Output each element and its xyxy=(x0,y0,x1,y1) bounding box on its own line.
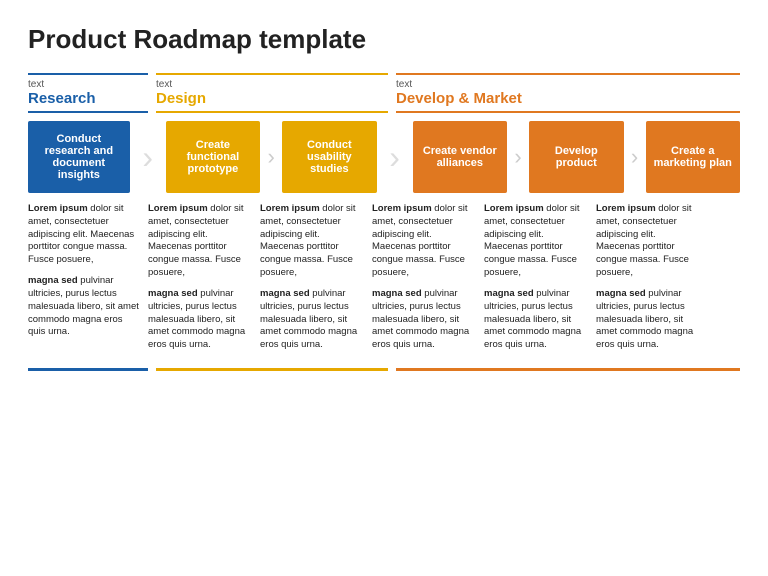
col6-para1-bold: Lorem ipsum xyxy=(596,203,656,214)
top-rule xyxy=(28,73,740,75)
col1-para1-bold: Lorem ipsum xyxy=(28,203,88,214)
cards-row: Conduct research and document insights ›… xyxy=(28,121,740,193)
col2-para1-body: dolor sit amet, consectetuer adipiscing … xyxy=(148,203,244,278)
research-label: Research xyxy=(28,90,148,113)
col4-para1-body: dolor sit amet, consectetuer adipiscing … xyxy=(372,203,468,278)
research-label-small: text xyxy=(28,79,148,90)
arrow-2: › xyxy=(262,144,280,170)
content-col-3: Lorem ipsum dolor sit amet, consectetuer… xyxy=(260,203,372,360)
phase-research: text Research xyxy=(28,79,148,119)
content-block-4-1: Lorem ipsum dolor sit amet, consectetuer… xyxy=(372,203,476,280)
col2-para2-bold: magna sed xyxy=(148,288,198,299)
content-block-6-2: magna sed pulvinar ultricies, purus lect… xyxy=(596,288,700,352)
content-col-1: Lorem ipsum dolor sit amet, consectetuer… xyxy=(28,203,148,360)
content-block-1-2: magna sed pulvinar ultricies, purus lect… xyxy=(28,275,140,339)
bar-design xyxy=(156,368,388,371)
content-block-1-1: Lorem ipsum dolor sit amet, consectetuer… xyxy=(28,203,140,267)
rule-research xyxy=(28,73,148,75)
col6-para2-bold: magna sed xyxy=(596,288,646,299)
card-research: Conduct research and document insights xyxy=(28,121,130,193)
card-design-1: Create functional prototype xyxy=(166,121,260,193)
content-row: Lorem ipsum dolor sit amet, consectetuer… xyxy=(28,203,740,360)
bottom-bar xyxy=(28,368,740,371)
phases-header: text Research text Design text Develop &… xyxy=(28,79,740,119)
rule-design xyxy=(156,73,388,75)
col5-para1-body: dolor sit amet, consectetuer adipiscing … xyxy=(484,203,580,278)
content-block-2-1: Lorem ipsum dolor sit amet, consectetuer… xyxy=(148,203,252,280)
col5-para2-bold: magna sed xyxy=(484,288,534,299)
content-block-4-2: magna sed pulvinar ultricies, purus lect… xyxy=(372,288,476,352)
card-develop-1: Create vendor alliances xyxy=(413,121,507,193)
develop-label: Develop & Market xyxy=(396,90,740,113)
col1-para2-bold: magna sed xyxy=(28,275,78,286)
page-title: Product Roadmap template xyxy=(28,24,740,55)
col3-para1-bold: Lorem ipsum xyxy=(260,203,320,214)
content-col-4: Lorem ipsum dolor sit amet, consectetuer… xyxy=(372,203,484,360)
content-block-6-1: Lorem ipsum dolor sit amet, consectetuer… xyxy=(596,203,700,280)
arrow-3: › xyxy=(377,139,413,176)
content-block-5-2: magna sed pulvinar ultricies, purus lect… xyxy=(484,288,588,352)
arrow-5: › xyxy=(626,144,644,170)
arrow-1: › xyxy=(130,139,166,176)
content-col-5: Lorem ipsum dolor sit amet, consectetuer… xyxy=(484,203,596,360)
bar-develop xyxy=(396,368,740,371)
roadmap-container: text Research text Design text Develop &… xyxy=(28,73,740,371)
arrow-4: › xyxy=(509,144,527,170)
col5-para1-bold: Lorem ipsum xyxy=(484,203,544,214)
col4-para1-bold: Lorem ipsum xyxy=(372,203,432,214)
design-label-small: text xyxy=(156,79,388,90)
rule-develop xyxy=(396,73,740,75)
card-develop-3: Create a marketing plan xyxy=(646,121,740,193)
col3-para2-bold: magna sed xyxy=(260,288,310,299)
bar-research xyxy=(28,368,148,371)
content-block-3-1: Lorem ipsum dolor sit amet, consectetuer… xyxy=(260,203,364,280)
develop-label-small: text xyxy=(396,79,740,90)
content-block-3-2: magna sed pulvinar ultricies, purus lect… xyxy=(260,288,364,352)
phase-design: text Design xyxy=(156,79,388,119)
phase-develop: text Develop & Market xyxy=(396,79,740,119)
content-block-5-1: Lorem ipsum dolor sit amet, consectetuer… xyxy=(484,203,588,280)
col4-para2-bold: magna sed xyxy=(372,288,422,299)
col2-para1-bold: Lorem ipsum xyxy=(148,203,208,214)
content-col-2: Lorem ipsum dolor sit amet, consectetuer… xyxy=(148,203,260,360)
content-col-6: Lorem ipsum dolor sit amet, consectetuer… xyxy=(596,203,708,360)
col3-para1-body: dolor sit amet, consectetuer adipiscing … xyxy=(260,203,356,278)
card-design-2: Conduct usability studies xyxy=(282,121,376,193)
card-develop-2: Develop product xyxy=(529,121,623,193)
content-block-2-2: magna sed pulvinar ultricies, purus lect… xyxy=(148,288,252,352)
col6-para1-body: dolor sit amet, consectetuer adipiscing … xyxy=(596,203,692,278)
design-label: Design xyxy=(156,90,388,113)
